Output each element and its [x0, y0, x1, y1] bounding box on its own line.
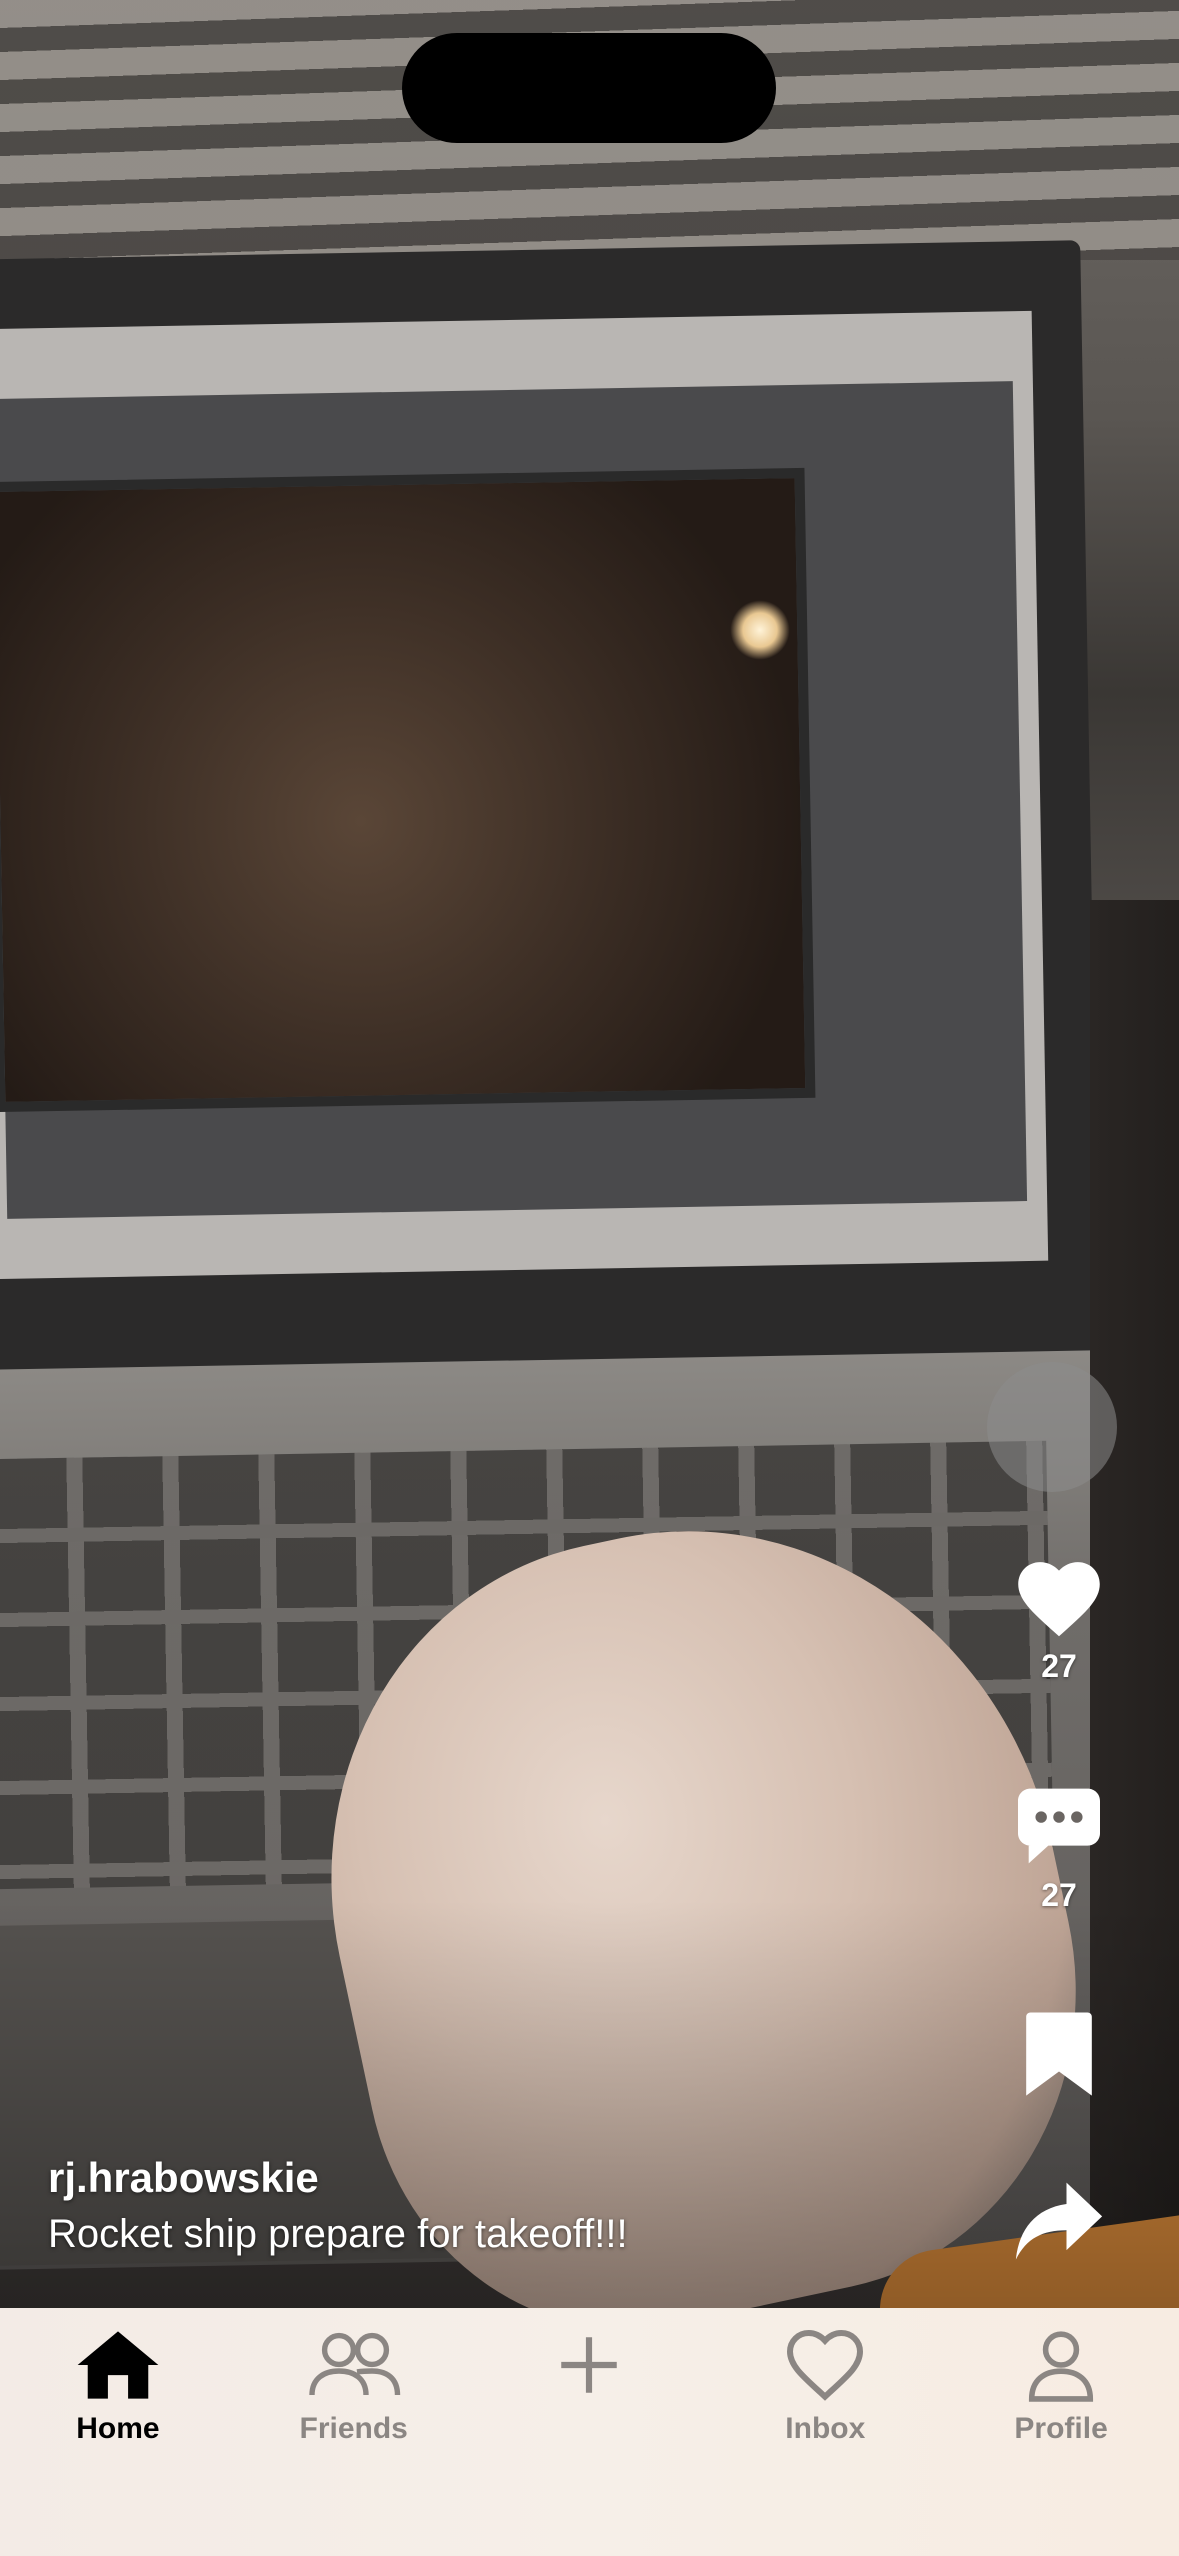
bottom-tab-bar: Home Friends Inbox Profile [0, 2308, 1179, 2556]
creator-avatar[interactable] [987, 1362, 1117, 1492]
creator-username[interactable]: rj.hrabowskie [48, 2150, 948, 2206]
home-indicator [456, 2526, 724, 2536]
plus-icon [561, 2337, 618, 2393]
tab-profile[interactable]: Profile [943, 2308, 1179, 2468]
tab-inbox-label: Inbox [785, 2412, 866, 2445]
person-icon [1029, 2331, 1094, 2402]
tab-create[interactable] [472, 2308, 708, 2468]
comment-bubble-icon [1018, 1788, 1100, 1864]
bookmark-button[interactable] [1009, 2010, 1109, 2098]
tab-friends[interactable]: Friends [236, 2308, 472, 2468]
comment-button[interactable]: 27 [1009, 1785, 1109, 1914]
bookmark-icon [1026, 2012, 1092, 2096]
tab-profile-label: Profile [1014, 2412, 1108, 2445]
video-description: Rocket ship prepare for takeoff!!! [48, 2212, 628, 2256]
dynamic-island [402, 33, 776, 143]
tab-inbox[interactable]: Inbox [707, 2308, 943, 2468]
video-player[interactable] [0, 0, 1179, 2308]
share-arrow-icon [1015, 2182, 1103, 2260]
video-caption: rj.hrabowskie Rocket ship prepare for ta… [48, 2150, 948, 2262]
like-count: 27 [1041, 1648, 1077, 1684]
video-movie-frame [0, 467, 816, 1113]
share-button[interactable] [1009, 2180, 1109, 2264]
app-screen: 27 27 rj.hrabowskie Rocket ship prepare … [0, 0, 1179, 2556]
video-light-glow [730, 600, 790, 660]
tab-home-label: Home [76, 2412, 160, 2445]
comment-count: 27 [1041, 1877, 1077, 1913]
tab-friends-label: Friends [299, 2412, 408, 2445]
heart-icon [787, 2329, 864, 2401]
tab-home[interactable]: Home [0, 2308, 236, 2468]
friends-icon [308, 2332, 400, 2396]
like-button[interactable]: 27 [1009, 1560, 1109, 1685]
heart-icon [1018, 1562, 1100, 1637]
home-icon [77, 2331, 159, 2399]
